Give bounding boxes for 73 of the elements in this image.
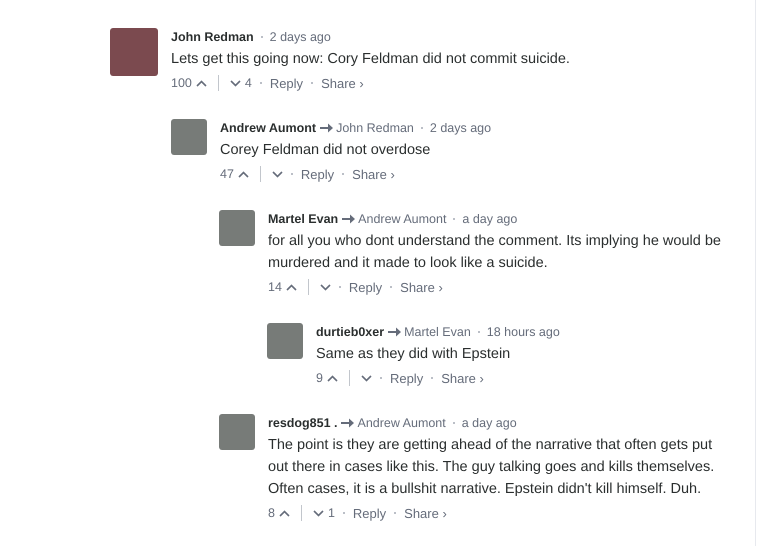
timestamp[interactable]: a day ago xyxy=(462,212,518,226)
downvote-button[interactable]: 4 xyxy=(230,76,252,90)
separator-dot xyxy=(342,173,344,175)
separator-dot xyxy=(260,82,262,84)
upvote-button[interactable]: 47 xyxy=(220,167,249,181)
comment-text: Same as they did with Epstein xyxy=(316,345,512,364)
downvote-icon xyxy=(360,374,372,382)
share-link[interactable]: Share › xyxy=(441,370,484,386)
upvote-icon xyxy=(278,510,290,516)
timestamp[interactable]: 2 days ago xyxy=(270,30,331,44)
reply-arrow-icon xyxy=(342,214,356,224)
author-name[interactable]: Andrew Aumont xyxy=(220,121,316,135)
author-name[interactable]: resdog851 . xyxy=(268,416,338,430)
upvote-icon xyxy=(326,374,338,382)
separator-dot xyxy=(390,286,392,288)
separator-dot xyxy=(338,286,341,288)
downvote-button[interactable]: 1 xyxy=(312,506,335,520)
author-name[interactable]: John Redman xyxy=(171,30,254,44)
separator-dot xyxy=(342,512,345,514)
comment-text: Lets get this going now: Cory Feldman did not commit suicide. xyxy=(171,50,571,69)
downvote-icon xyxy=(272,170,283,178)
reply-link[interactable]: Reply xyxy=(390,370,424,386)
share-link[interactable]: Share › xyxy=(400,280,443,294)
avatar-photo[interactable] xyxy=(110,28,158,76)
upvote-button[interactable]: 8 xyxy=(268,506,290,520)
separator-dot xyxy=(311,82,314,84)
upvote-button[interactable]: 14 xyxy=(268,280,297,294)
reply-link[interactable]: Reply xyxy=(300,166,334,182)
downvote-button[interactable] xyxy=(320,284,331,290)
reply-to-name[interactable]: Andrew Aumont xyxy=(358,212,446,226)
share-link[interactable]: Share › xyxy=(404,506,447,520)
separator-dot xyxy=(452,422,455,424)
upvote-button[interactable]: 100 xyxy=(171,76,207,90)
separator-dot xyxy=(394,512,396,514)
separator-dot xyxy=(380,377,382,379)
separator-dot xyxy=(420,127,423,129)
timestamp[interactable]: a day ago xyxy=(462,416,517,430)
downvote-icon xyxy=(312,510,324,516)
share-link[interactable]: Share › xyxy=(321,76,364,90)
reply-to-name[interactable]: Martel Evan xyxy=(404,325,471,339)
separator-dot xyxy=(453,218,456,220)
downvote-button[interactable] xyxy=(272,170,283,178)
upvote-icon xyxy=(196,80,207,86)
avatar-photo[interactable] xyxy=(219,414,255,450)
timestamp[interactable]: 18 hours ago xyxy=(486,325,560,339)
comment-text: The point is they are getting ahead of the narrative that often gets put out there in cases like this. The guy talking goes and kills themselves. Often cases, it is a bullshit narrative. Epstein didn't kill himself. Duh. xyxy=(268,436,716,499)
reply-arrow-icon xyxy=(320,123,334,133)
avatar-photo[interactable] xyxy=(267,323,303,359)
separator-dot xyxy=(260,36,263,38)
downvote-icon xyxy=(320,284,331,290)
reply-link[interactable]: Reply xyxy=(352,506,386,520)
reply-to-name[interactable]: Andrew Aumont xyxy=(357,416,446,430)
reply-link[interactable]: Reply xyxy=(270,76,304,90)
comment-text: Corey Feldman did not overdose xyxy=(220,141,432,160)
reply-arrow-icon xyxy=(388,327,402,337)
share-link[interactable]: Share › xyxy=(352,166,395,182)
reply-to-name[interactable]: John Redman xyxy=(336,121,414,135)
author-name[interactable]: durtieb0xer xyxy=(316,325,384,339)
upvote-button[interactable]: 9 xyxy=(316,371,338,385)
author-name[interactable]: Martel Evan xyxy=(268,212,338,226)
avatar-photo[interactable] xyxy=(171,119,207,155)
reply-arrow-icon xyxy=(341,418,354,428)
separator-dot xyxy=(478,331,480,333)
timestamp[interactable]: 2 days ago xyxy=(430,121,492,135)
comment-text: for all you who dont understand the comment. Its implying he would be murdered and it made to look like a suicide. xyxy=(268,232,722,273)
reply-link[interactable]: Reply xyxy=(348,280,382,294)
downvote-icon xyxy=(230,80,241,86)
separator-dot xyxy=(431,377,434,379)
downvote-button[interactable] xyxy=(360,374,372,382)
upvote-icon xyxy=(286,284,297,290)
avatar-photo[interactable] xyxy=(219,210,255,246)
separator-dot xyxy=(290,173,293,175)
upvote-icon xyxy=(238,170,249,178)
